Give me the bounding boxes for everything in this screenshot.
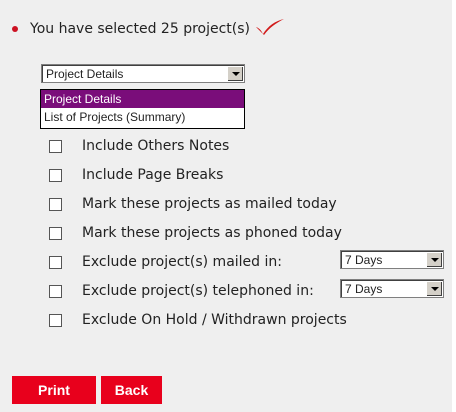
report-type-value: Project Details: [46, 67, 124, 81]
back-button[interactable]: Back: [101, 376, 162, 404]
dropdown-option-list-of-projects[interactable]: List of Projects (Summary): [41, 108, 244, 126]
include-others-notes-checkbox[interactable]: [49, 139, 62, 153]
exclude-mailed-period-value: 7 Days: [345, 253, 383, 267]
selection-summary-text: You have selected 25 project(s): [30, 21, 251, 37]
option-exclude-telephoned[interactable]: Exclude project(s) telephoned in:: [49, 283, 314, 299]
option-mark-mailed[interactable]: Mark these projects as mailed today: [49, 196, 337, 212]
include-page-breaks-label: Include Page Breaks: [82, 167, 224, 183]
option-exclude-mailed[interactable]: Exclude project(s) mailed in:: [49, 254, 282, 270]
include-others-notes-label: Include Others Notes: [82, 138, 230, 154]
chevron-down-icon[interactable]: [227, 66, 243, 81]
bullet-icon: [12, 26, 18, 32]
option-exclude-on-hold[interactable]: Exclude On Hold / Withdrawn projects: [49, 312, 347, 328]
exclude-on-hold-label: Exclude On Hold / Withdrawn projects: [82, 312, 347, 328]
option-include-page-breaks[interactable]: Include Page Breaks: [49, 167, 223, 183]
exclude-telephoned-checkbox[interactable]: [49, 284, 62, 298]
exclude-mailed-checkbox[interactable]: [49, 255, 62, 269]
exclude-telephoned-period-select[interactable]: 7 Days: [340, 279, 444, 298]
include-page-breaks-checkbox[interactable]: [49, 168, 62, 182]
exclude-on-hold-checkbox[interactable]: [49, 313, 62, 327]
exclude-telephoned-label: Exclude project(s) telephoned in:: [82, 283, 314, 299]
option-include-others-notes[interactable]: Include Others Notes: [49, 138, 229, 154]
selection-summary: You have selected 25 project(s): [12, 18, 285, 40]
mark-phoned-checkbox[interactable]: [49, 226, 62, 240]
report-type-dropdown[interactable]: Project Details List of Projects (Summar…: [40, 89, 245, 129]
mark-mailed-checkbox[interactable]: [49, 197, 62, 211]
checkmark-icon: [255, 18, 285, 40]
print-button[interactable]: Print: [12, 376, 96, 404]
option-mark-phoned[interactable]: Mark these projects as phoned today: [49, 225, 342, 241]
exclude-mailed-period-select[interactable]: 7 Days: [340, 250, 444, 269]
options-panel: You have selected 25 project(s) Project …: [0, 0, 452, 412]
chevron-down-icon[interactable]: [426, 281, 442, 296]
exclude-mailed-label: Exclude project(s) mailed in:: [82, 254, 282, 270]
dropdown-option-project-details[interactable]: Project Details: [41, 90, 244, 108]
report-type-select[interactable]: Project Details: [41, 64, 245, 83]
exclude-telephoned-period-value: 7 Days: [345, 282, 383, 296]
mark-phoned-label: Mark these projects as phoned today: [82, 225, 342, 241]
mark-mailed-label: Mark these projects as mailed today: [82, 196, 337, 212]
chevron-down-icon[interactable]: [426, 252, 442, 267]
